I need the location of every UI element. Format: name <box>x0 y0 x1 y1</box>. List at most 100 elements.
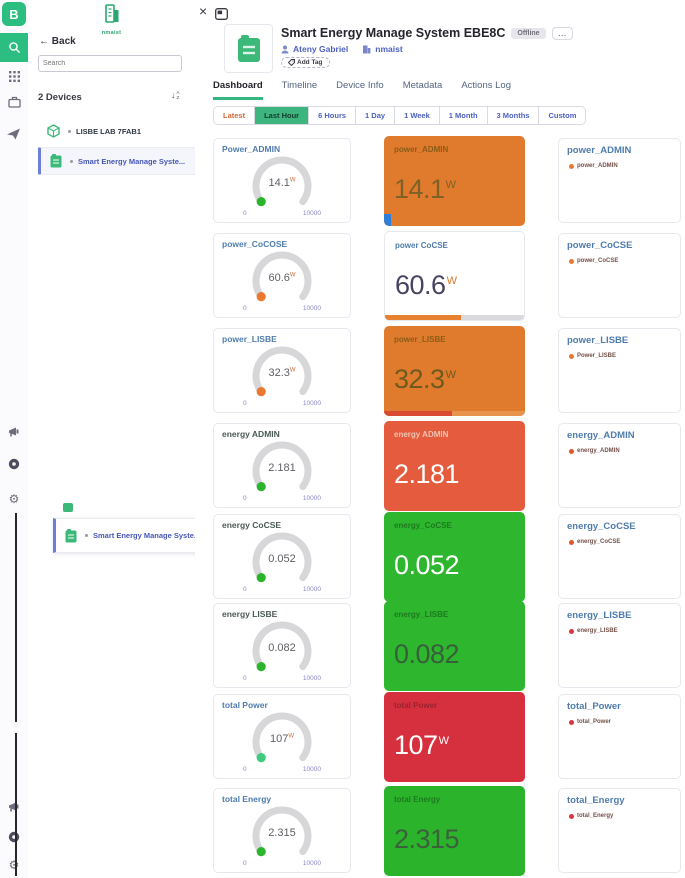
tile-indicator <box>384 214 391 226</box>
org-link[interactable]: nmaist <box>375 44 402 54</box>
chart-widget-5: energy_CoCSE energy_CoCSE <box>558 514 681 599</box>
device-sidebar: nmaist ← Back 2 Devices ↓AZ LISBE LAB 7F… <box>28 0 199 878</box>
tab-actions-log[interactable]: Actions Log <box>461 80 511 100</box>
search-icon[interactable] <box>0 33 28 62</box>
chart-legend: power_ADMIN <box>569 163 618 169</box>
time-range-group: Latest Last Hour 6 Hours 1 Day 1 Week 1 Month… <box>213 106 587 125</box>
gauge-min: 0 <box>243 495 247 502</box>
range-button-last-hour[interactable]: Last Hour <box>255 107 310 124</box>
chart-title: power_LISBE <box>567 335 629 346</box>
range-button-1-day[interactable]: 1 Day <box>356 107 396 124</box>
organization-icon[interactable] <box>0 88 28 116</box>
page-title: Smart Energy Manage System EBE8C <box>281 26 506 40</box>
range-button-latest[interactable]: Latest <box>214 107 256 124</box>
range-button-1-month[interactable]: 1 Month <box>439 107 488 124</box>
legend-label: power_ADMIN <box>577 163 618 169</box>
devices-count-label: 2 Devices <box>38 92 82 103</box>
announcement-icon[interactable] <box>0 418 28 446</box>
org-icon <box>363 45 371 53</box>
add-tag-button[interactable]: Add Tag <box>281 57 330 68</box>
tab-metadata[interactable]: Metadata <box>403 80 443 100</box>
cube-icon <box>47 124 60 138</box>
chart-legend: energy_CoCSE <box>569 539 620 545</box>
gauge-value: 0.052 <box>268 553 296 565</box>
gauge-widget-7: total Power 107W 0 10000 <box>213 694 351 779</box>
legend-label: energy_CoCSE <box>577 539 621 545</box>
sidebar-item-device-duplicate[interactable]: Smart Energy Manage Syste... <box>53 518 204 553</box>
status-dot <box>68 129 71 133</box>
gauge-widget-8: total Energy 2.315 0 10000 <box>213 788 351 873</box>
tile-value: 0.082 <box>394 639 460 669</box>
settings-icon[interactable]: ⚙ <box>0 485 28 513</box>
back-button[interactable]: ← Back <box>39 36 76 47</box>
close-icon[interactable]: × <box>199 4 207 18</box>
device-icon <box>65 528 77 542</box>
help-circle-icon[interactable] <box>0 450 28 478</box>
back-arrow-icon: ← <box>39 36 49 47</box>
sidebar-item-device[interactable]: Smart Energy Manage Syste... <box>38 147 199 175</box>
gauge-minmax: 0 10000 <box>233 586 331 593</box>
legend-label: Power_LISBE <box>577 353 617 359</box>
tile-value: 0.052 <box>394 550 460 580</box>
tile-value: 107W <box>394 730 449 760</box>
range-button-custom[interactable]: Custom <box>539 107 586 124</box>
gauge-max: 10000 <box>302 766 321 773</box>
chart-legend: power_CoCSE <box>569 258 618 264</box>
sidebar-search-input[interactable] <box>38 55 182 72</box>
legend-dot-icon <box>569 813 574 819</box>
tile-title: energy ADMIN <box>394 430 449 439</box>
legend-dot-icon <box>569 539 574 545</box>
device-name: Smart Energy Manage Syste... <box>93 531 201 540</box>
more-button[interactable]: … <box>551 26 573 40</box>
tab-dashboard[interactable]: Dashboard <box>213 80 263 100</box>
org-header[interactable]: nmaist <box>28 4 195 36</box>
device-name: Smart Energy Manage Syste... <box>78 156 186 166</box>
sort-az-icon[interactable]: ↓ A Z <box>171 90 180 101</box>
range-button-1-week[interactable]: 1 Week <box>395 107 440 124</box>
tile-title: power_ADMIN <box>394 145 449 154</box>
status-dot <box>70 159 73 163</box>
gauge-minmax: 0 10000 <box>233 860 331 867</box>
device-icon <box>50 154 62 168</box>
gauge-widget-3: power_LISBE 32.3W 0 10000 <box>213 328 351 413</box>
tile-progressbar <box>384 411 525 416</box>
gauge-widget-6: energy LISBE 0.082 0 10000 <box>213 603 351 688</box>
apps-grid-icon[interactable] <box>0 62 28 90</box>
announcement-icon-2[interactable] <box>0 793 28 821</box>
owner-link[interactable]: Ateny Gabriel <box>293 44 348 54</box>
range-button-3-months[interactable]: 3 Months <box>487 107 540 124</box>
org-building-icon <box>104 4 118 23</box>
help-circle-icon-2[interactable] <box>0 823 28 851</box>
gauge-min: 0 <box>243 586 247 593</box>
legend-dot-icon <box>569 448 574 454</box>
value-tile-1: power_ADMIN 14.1W <box>384 136 525 226</box>
range-button-6-hours[interactable]: 6 Hours <box>309 107 357 124</box>
popout-icon[interactable] <box>215 7 228 25</box>
brand-logo[interactable]: B <box>2 2 26 26</box>
gauge-value: 107W <box>269 733 295 745</box>
chart-widget-1: power_ADMIN power_ADMIN <box>558 138 681 223</box>
tab-device-info[interactable]: Device Info <box>336 80 384 100</box>
value-tile-2: power CoCSE 60.6W <box>384 231 525 321</box>
value-tile-8: total Energy 2.315 <box>384 786 525 876</box>
gauge-minmax: 0 10000 <box>233 305 331 312</box>
tab-timeline[interactable]: Timeline <box>282 80 318 100</box>
send-plane-icon[interactable] <box>0 120 28 148</box>
gauge-value: 60.6W <box>268 272 296 284</box>
gauge-value: 2.315 <box>268 827 296 839</box>
device-icon <box>237 34 260 62</box>
chart-legend: total_Power <box>569 719 611 725</box>
gauge-value: 2.181 <box>268 462 296 474</box>
chart-legend: Power_LISBE <box>569 353 616 359</box>
settings-icon-2[interactable]: ⚙ <box>0 851 28 878</box>
chart-legend: total_Energy <box>569 813 613 819</box>
gauge-widget-5: energy CoCSE 0.052 0 10000 <box>213 514 351 599</box>
tile-value: 2.181 <box>394 459 460 489</box>
sidebar-item-device[interactable]: LISBE LAB 7FAB1 <box>38 118 195 144</box>
tile-title: power_LISBE <box>394 335 446 344</box>
legend-dot-icon <box>569 719 574 725</box>
tile-title: power CoCSE <box>395 241 448 250</box>
value-tile-4: energy ADMIN 2.181 <box>384 421 525 511</box>
tile-title: energy_CoCSE <box>394 521 452 530</box>
gauge-min: 0 <box>243 860 247 867</box>
